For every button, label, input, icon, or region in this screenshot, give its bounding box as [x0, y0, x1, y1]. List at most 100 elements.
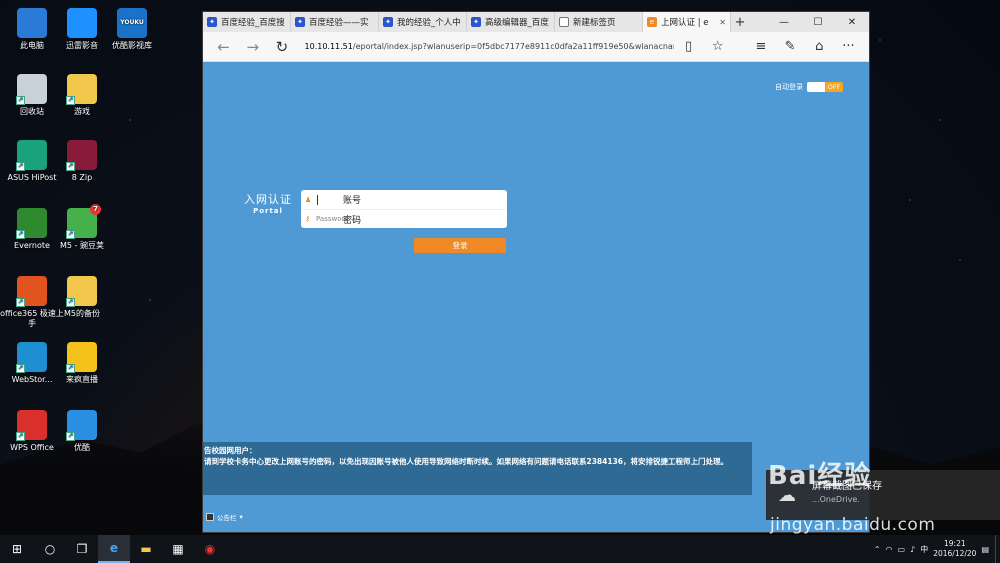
volume-icon[interactable]: ♪ [910, 545, 915, 554]
user-icon: ♟ [305, 195, 312, 204]
login-button[interactable]: 登录 [414, 238, 506, 253]
shortcut-arrow-icon: ↗ [66, 230, 75, 239]
desktop-icon-label: 游戏 [74, 107, 90, 116]
browser-tab[interactable]: ✦ 百度经验——实 [291, 12, 379, 32]
baidu-favicon-icon: ✦ [207, 17, 217, 27]
new-tab-button[interactable]: + [731, 12, 749, 32]
address-bar: ← → ↻ 10.10.11.51/eportal/index.jsp?wlan… [203, 32, 869, 62]
office365-icon: ↗ [16, 276, 47, 307]
shortcut-arrow-icon: ↗ [66, 432, 75, 441]
text-cursor [317, 194, 318, 205]
desktop-icon-label: M5 - 豌豆荚 [60, 241, 104, 250]
shortcut-arrow-icon: ↗ [66, 162, 75, 171]
shortcut-arrow-icon: ↗ [66, 364, 75, 373]
url-host: 10.10.11.51 [304, 42, 353, 51]
edge-browser-icon[interactable]: e [98, 535, 130, 563]
tray-expand-icon[interactable]: ⌃ [874, 545, 881, 554]
8zip-icon: ↗ [66, 140, 97, 171]
network-icon[interactable]: ◠ [886, 545, 893, 554]
toggle-state: OFF [825, 82, 843, 92]
auto-login-toggle[interactable]: OFF [807, 82, 843, 92]
web-note-icon[interactable]: ✎ [776, 39, 805, 54]
xunlei-player-icon [67, 8, 97, 38]
desktop-icon-label: 优酷影视库 [112, 41, 152, 50]
desktop-icon[interactable]: ↗ 游戏 [50, 74, 114, 117]
reading-view-icon[interactable]: ▯ [674, 39, 703, 54]
desktop-icon[interactable]: ↗ 来疯直播 [50, 342, 114, 385]
desktop-icon[interactable]: ↗ 8 Zip [50, 140, 114, 183]
game-folder-icon: ↗ [66, 74, 97, 105]
notice-heading: 告校园网用户： [204, 446, 257, 455]
shortcut-arrow-icon: ↗ [16, 96, 25, 105]
notice-tab[interactable]: 公告栏 ▾ [206, 512, 243, 522]
desktop-icon-label: M5的备份 [64, 309, 100, 318]
browser-tab[interactable]: ✦ 高级编辑器_百度 [467, 12, 555, 32]
action-center-icon[interactable]: ▤ [981, 545, 989, 554]
task-view-icon[interactable]: ❐ [66, 535, 98, 563]
wandoujia-icon: 7 ↗ [66, 204, 101, 239]
share-icon[interactable]: ⌂ [805, 39, 834, 54]
notice-body: 请到学校卡务中心更改上网账号的密码，以免出现因账号被他人使用导致网络时断时续。如… [204, 457, 729, 466]
close-window-button[interactable]: ✕ [835, 12, 869, 32]
file-explorer-icon[interactable]: ▬ [130, 535, 162, 563]
store-icon[interactable]: ▦ [162, 535, 194, 563]
desktop-icon[interactable]: ↗ M5的备份 [50, 276, 114, 319]
portal-title-cn: 入网认证 [244, 193, 292, 206]
more-icon[interactable]: ··· [834, 39, 863, 54]
password-field[interactable]: ⚷ Password 密码 [301, 209, 507, 228]
desktop-icon-label: 8 Zip [71, 173, 93, 182]
desktop-icon[interactable]: 7 ↗ M5 - 豌豆荚 [50, 204, 114, 251]
desktop-icon[interactable]: YOUKU 优酷影视库 [100, 8, 164, 51]
chevron-down-icon: ▾ [239, 513, 243, 521]
back-icon[interactable]: ← [209, 38, 238, 56]
youku-play-icon: ↗ [66, 410, 97, 441]
browser-tab[interactable]: ✦ 我的经验_个人中 [379, 12, 467, 32]
browser-tab[interactable]: ✦ 百度经验_百度搜 [203, 12, 291, 32]
url-path: /eportal/index.jsp?wlanuserip=0f5dbc7177… [352, 42, 674, 51]
tab-label: 新建标签页 [573, 18, 616, 28]
desktop-icon-label: 来疯直播 [66, 375, 98, 384]
notification-count: 7 [90, 204, 101, 215]
shortcut-arrow-icon: ↗ [66, 298, 75, 307]
desktop-icon[interactable]: ↗ 优酷 [50, 410, 114, 453]
login-form: ♟ 账号 ⚷ Password 密码 [301, 190, 507, 228]
tab-label: 高级编辑器_百度 [485, 18, 549, 28]
evernote-icon: ↗ [16, 208, 47, 239]
windows-start-icon[interactable]: ⊞ [0, 535, 34, 563]
youku-icon: YOUKU [117, 8, 147, 38]
ime-indicator[interactable]: 中 [920, 544, 928, 555]
url-field[interactable]: 10.10.11.51/eportal/index.jsp?wlanuserip… [305, 42, 674, 51]
icon-badge-text: YOUKU [120, 19, 144, 26]
favorite-star-icon[interactable]: ☆ [703, 39, 732, 54]
browser-tab[interactable]: e 上网认证 | e ✕ [643, 12, 731, 32]
shortcut-arrow-icon: ↗ [66, 96, 75, 105]
forward-icon[interactable]: → [238, 38, 267, 56]
notice-icon [206, 513, 214, 521]
show-desktop-button[interactable] [995, 535, 1000, 563]
taskbar: ⊞ ○ ❐ e ▬ ▦ ◉ ⌃ ◠ ▭ ♪ 中 19:21 2016/12/20… [0, 535, 1000, 563]
baidu-favicon-icon: ✦ [471, 17, 481, 27]
wps-icon: ↗ [16, 410, 47, 441]
tab-close-icon[interactable]: ✕ [719, 18, 726, 27]
search-circle-icon[interactable]: ○ [34, 535, 66, 563]
clock-time: 19:21 [944, 539, 966, 548]
baidu-favicon-icon: ✦ [295, 17, 305, 27]
minimize-button[interactable]: — [767, 12, 801, 32]
hub-icon[interactable]: ≡ [746, 39, 775, 54]
desktop-icon-label: 优酷 [74, 443, 90, 452]
backup-folder-icon: ↗ [66, 276, 97, 307]
account-field[interactable]: ♟ 账号 [301, 190, 507, 209]
webstorage-icon: ↗ [16, 342, 47, 373]
maximize-button[interactable]: ☐ [801, 12, 835, 32]
shortcut-arrow-icon: ↗ [16, 162, 25, 171]
browser-tab[interactable]: 新建标签页 [555, 12, 643, 32]
screenshot-app-icon[interactable]: ◉ [194, 535, 226, 563]
battery-icon[interactable]: ▭ [898, 545, 906, 554]
toast-subtitle: ...OneDrive. [812, 495, 860, 504]
auto-login-label: 自动登录 [775, 83, 803, 91]
notice-panel: 告校园网用户： 请到学校卡务中心更改上网账号的密码，以免出现因账号被他人使用导致… [203, 442, 752, 495]
refresh-icon[interactable]: ↻ [267, 38, 296, 56]
clock[interactable]: 19:21 2016/12/20 [933, 539, 976, 559]
baidu-favicon-icon: ✦ [383, 17, 393, 27]
system-tray: ⌃ ◠ ▭ ♪ 中 19:21 2016/12/20 ▤ [874, 539, 995, 559]
